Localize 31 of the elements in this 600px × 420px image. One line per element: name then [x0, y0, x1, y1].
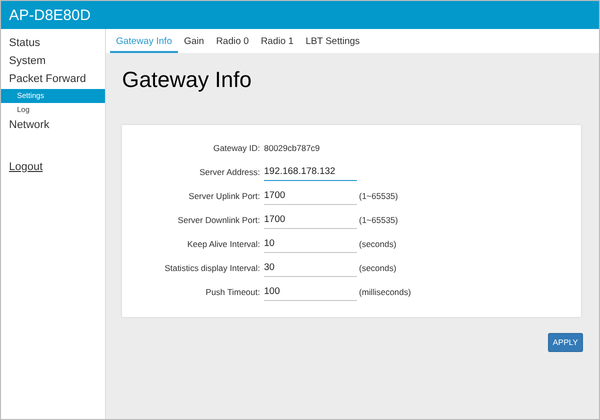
input-field[interactable]: 10	[264, 238, 357, 253]
logout-link[interactable]: Logout	[9, 161, 43, 173]
nav-item[interactable]: Packet Forward	[1, 71, 105, 89]
field-label: Statistics display Interval:	[164, 263, 261, 275]
field-value: 80029cb787c9	[264, 143, 320, 155]
unit-hint: (seconds)	[358, 239, 396, 251]
unit-hint: (1~65535)	[358, 215, 398, 227]
input-field[interactable]: 100	[264, 286, 357, 301]
input-field[interactable]: 1700	[264, 214, 357, 229]
field-label: Server Uplink Port:	[188, 191, 261, 203]
input-field[interactable]: 1700	[264, 190, 357, 205]
field-label: Server Address:	[198, 167, 261, 179]
field-label: Push Timeout:	[204, 287, 261, 299]
nav-item[interactable]: Network	[1, 117, 105, 135]
unit-hint: (milliseconds)	[358, 287, 411, 299]
apply-button[interactable]: APPLY	[548, 333, 583, 352]
tab[interactable]: Radio 1	[254, 29, 300, 53]
device-title: AP-D8E80D	[9, 6, 91, 24]
tab[interactable]: Radio 0	[210, 29, 255, 53]
tab[interactable]: Gain	[178, 29, 210, 53]
tab[interactable]: LBT Settings	[300, 29, 366, 53]
input-field[interactable]: 30	[264, 262, 357, 277]
nav-item[interactable]: Status	[1, 35, 105, 53]
unit-hint: (seconds)	[358, 263, 396, 275]
page-heading: Gateway Info	[122, 67, 253, 94]
input-field[interactable]: 192.168.178.132	[264, 166, 357, 181]
field-label: Gateway ID:	[212, 143, 261, 155]
field-label: Server Downlink Port:	[176, 215, 261, 227]
field-label: Keep Alive Interval:	[186, 239, 261, 251]
unit-hint: (1~65535)	[358, 191, 398, 203]
nav-item[interactable]: System	[1, 53, 105, 71]
